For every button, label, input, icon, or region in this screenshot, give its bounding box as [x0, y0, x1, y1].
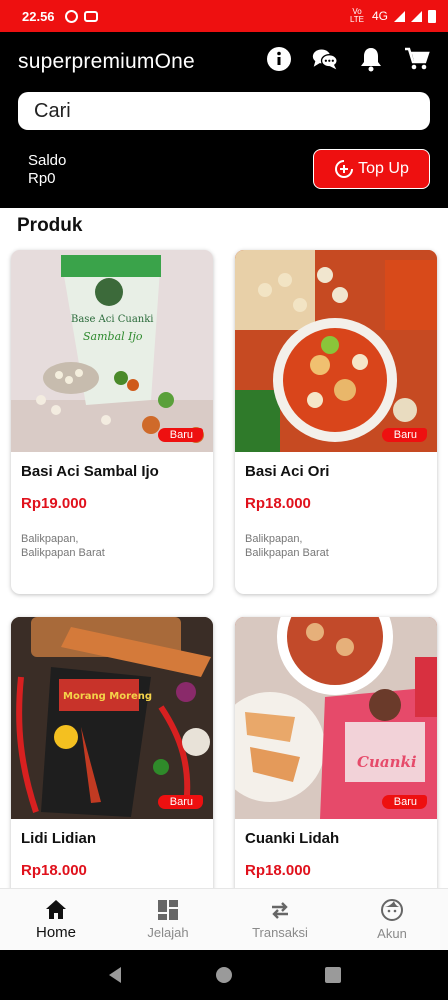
new-badge: Baru — [381, 795, 427, 809]
nav-item-home[interactable]: Home — [0, 889, 112, 950]
product-card[interactable]: Baru Basi Aci Ori Rp18.000 Balikpapan, B… — [235, 250, 437, 594]
topup-label: Top Up — [358, 160, 409, 177]
volte-label: Vo LTE — [349, 7, 365, 24]
network-label: 4G — [371, 9, 388, 23]
cart-icon[interactable] — [404, 46, 430, 72]
bottom-navigation: Home Jelajah Transaksi Akun — [0, 888, 448, 950]
product-price: Rp18.000 — [245, 495, 311, 512]
header-icons — [266, 46, 430, 72]
signal-icon — [411, 10, 422, 22]
product-price: Rp18.000 — [21, 862, 87, 879]
saldo-label: Saldo — [28, 152, 67, 169]
home-icon — [46, 900, 66, 919]
nav-label: Akun — [377, 926, 407, 941]
battery-icon — [428, 9, 436, 23]
nav-label: Home — [35, 924, 76, 941]
section-title: Produk — [17, 215, 83, 236]
product-image: Morang Moreng Baru — [11, 617, 213, 819]
info-icon[interactable] — [266, 46, 292, 72]
system-nav-bar — [0, 950, 448, 1000]
nav-label: Jelajah — [147, 925, 189, 940]
product-card[interactable]: Base Aci Cuanki Sambal Ijo Baru Basi Aci… — [11, 250, 213, 594]
nav-item-transaksi[interactable]: Transaksi — [224, 889, 336, 950]
signal-icon — [394, 10, 405, 22]
saldo-value: Rp0 — [28, 170, 56, 187]
product-name: Basi Aci Sambal Ijo — [21, 463, 159, 480]
swap-icon — [272, 902, 288, 919]
youtube-icon — [83, 10, 98, 22]
app-title: superpremiumOne — [18, 50, 195, 73]
nav-item-jelajah[interactable]: Jelajah — [112, 889, 224, 950]
topup-button[interactable]: Top Up — [313, 149, 430, 189]
bell-icon[interactable] — [358, 46, 384, 72]
back-icon[interactable] — [105, 965, 125, 985]
new-badge: Baru — [157, 428, 203, 442]
new-badge: Baru — [157, 795, 203, 809]
product-image: Baru — [235, 250, 437, 452]
recents-icon[interactable] — [323, 965, 343, 985]
app-screen: 22.56 Vo LTE 4G superpremiumOne Cari Sal… — [0, 0, 448, 1000]
product-name: Cuanki Lidah — [245, 830, 340, 847]
product-name: Basi Aci Ori — [245, 463, 330, 480]
nav-item-akun[interactable]: Akun — [336, 889, 448, 950]
product-location: Balikpapan, Balikpapan Barat — [245, 533, 329, 559]
face-icon — [381, 899, 403, 921]
package-text: Morang Moreng — [63, 691, 152, 702]
package-text: Cuanki — [357, 753, 417, 771]
new-badge: Baru — [381, 428, 427, 442]
search-input[interactable] — [18, 92, 430, 130]
saldo-block: Saldo Rp0 — [28, 152, 66, 188]
add-circle-icon — [335, 160, 354, 178]
product-price: Rp19.000 — [21, 495, 87, 512]
whatsapp-icon — [64, 9, 78, 23]
home-circle-icon[interactable] — [214, 965, 234, 985]
package-text: Base Aci Cuanki — [71, 314, 154, 325]
product-name: Lidi Lidian — [21, 830, 96, 847]
product-location: Balikpapan, Balikpapan Barat — [21, 533, 105, 559]
grid-icon — [158, 900, 178, 920]
nav-label: Transaksi — [252, 925, 308, 940]
status-bar: 22.56 Vo LTE 4G — [0, 0, 448, 32]
app-header: superpremiumOne Saldo Rp0 Top Up — [0, 32, 448, 208]
status-time: 22.56 — [22, 8, 55, 24]
product-image: Base Aci Cuanki Sambal Ijo Baru — [11, 250, 213, 452]
product-price: Rp18.000 — [245, 862, 311, 879]
package-sub: Sambal Ijo — [83, 330, 143, 343]
chat-icon[interactable] — [312, 46, 338, 72]
product-image: Cuanki Baru — [235, 617, 437, 819]
